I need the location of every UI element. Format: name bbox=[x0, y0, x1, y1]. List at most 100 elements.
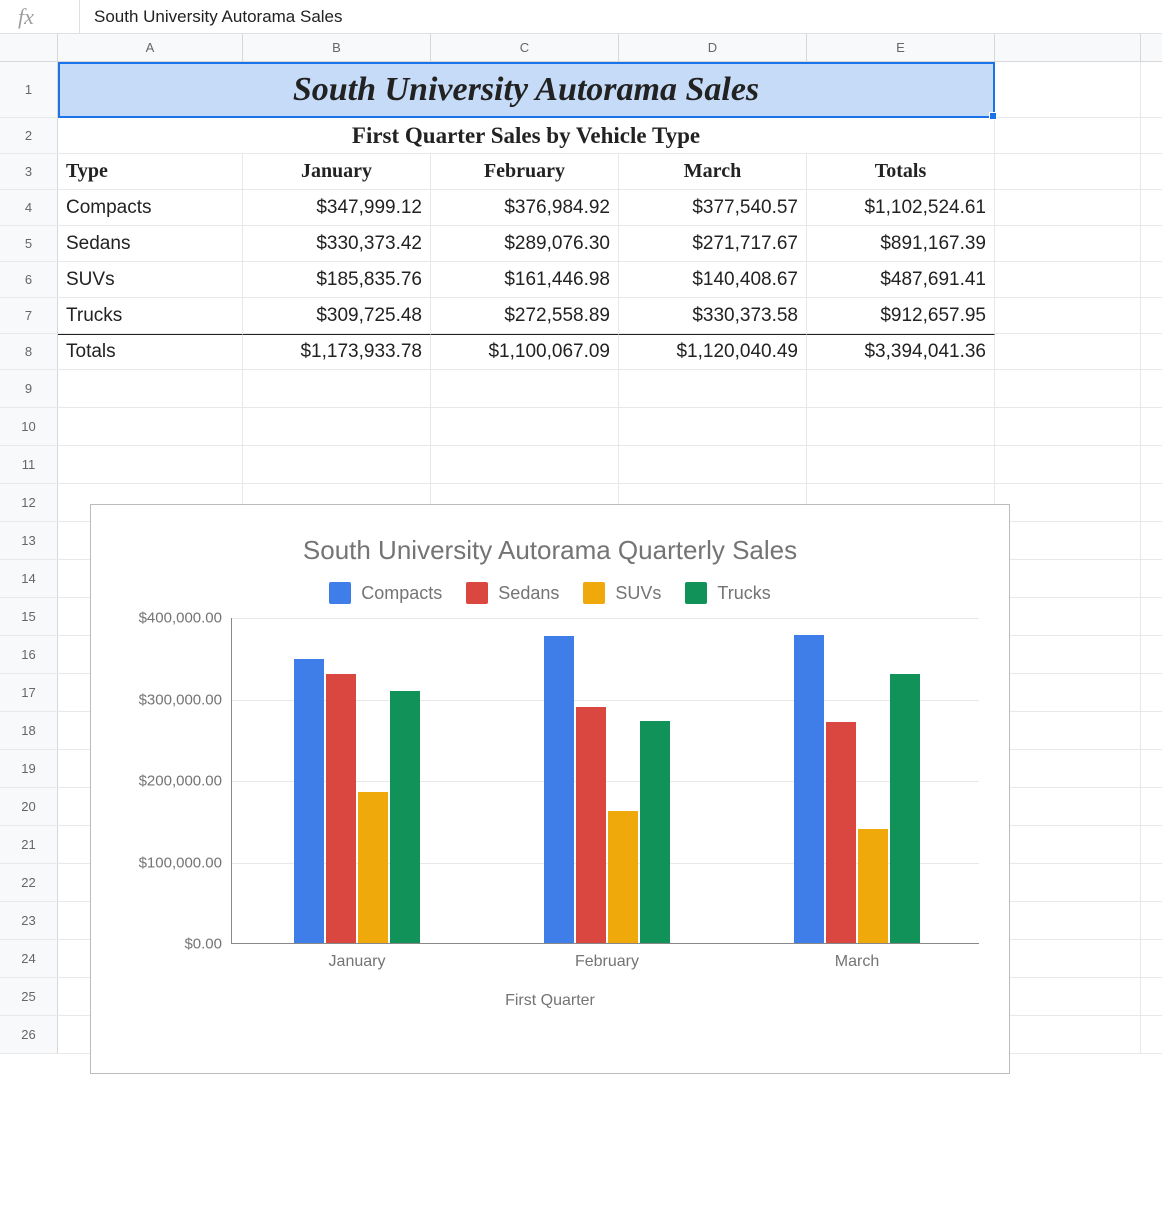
cell-blank[interactable] bbox=[995, 298, 1141, 333]
cell-blank[interactable] bbox=[995, 408, 1141, 445]
cell-E5[interactable]: $891,167.39 bbox=[807, 226, 995, 261]
cell-B10[interactable] bbox=[243, 408, 431, 445]
cell-E10[interactable] bbox=[807, 408, 995, 445]
cell-C9[interactable] bbox=[431, 370, 619, 407]
row-header-14[interactable]: 14 bbox=[0, 560, 58, 597]
cell-A3[interactable]: Type bbox=[58, 154, 243, 189]
cell-D7[interactable]: $330,373.58 bbox=[619, 298, 807, 333]
cell-B9[interactable] bbox=[243, 370, 431, 407]
cell-A8[interactable]: Totals bbox=[58, 334, 243, 369]
title-cell[interactable]: South University Autorama Sales bbox=[58, 62, 995, 117]
cell-E9[interactable] bbox=[807, 370, 995, 407]
col-header-C[interactable]: C bbox=[431, 34, 619, 61]
col-header-D[interactable]: D bbox=[619, 34, 807, 61]
cell-C7[interactable]: $272,558.89 bbox=[431, 298, 619, 333]
cell-blank[interactable] bbox=[995, 560, 1141, 597]
row-header-13[interactable]: 13 bbox=[0, 522, 58, 559]
row-header-24[interactable]: 24 bbox=[0, 940, 58, 977]
cell-A10[interactable] bbox=[58, 408, 243, 445]
row-header-21[interactable]: 21 bbox=[0, 826, 58, 863]
row-header-1[interactable]: 1 bbox=[0, 62, 58, 117]
cell-A4[interactable]: Compacts bbox=[58, 190, 243, 225]
spreadsheet-grid[interactable]: A B C D E 1 South University Autorama Sa… bbox=[0, 34, 1162, 1054]
cell-D6[interactable]: $140,408.67 bbox=[619, 262, 807, 297]
cell-blank[interactable] bbox=[995, 522, 1141, 559]
cell-blank[interactable] bbox=[995, 636, 1141, 673]
cell-blank[interactable] bbox=[995, 826, 1141, 863]
cell-E11[interactable] bbox=[807, 446, 995, 483]
subtitle-cell[interactable]: First Quarter Sales by Vehicle Type bbox=[58, 118, 995, 153]
cell-B3[interactable]: January bbox=[243, 154, 431, 189]
cell-A11[interactable] bbox=[58, 446, 243, 483]
cell-E3[interactable]: Totals bbox=[807, 154, 995, 189]
row-header-7[interactable]: 7 bbox=[0, 298, 58, 333]
row-header-23[interactable]: 23 bbox=[0, 902, 58, 939]
row-header-6[interactable]: 6 bbox=[0, 262, 58, 297]
cell-D11[interactable] bbox=[619, 446, 807, 483]
cell-blank[interactable] bbox=[995, 370, 1141, 407]
row-header-19[interactable]: 19 bbox=[0, 750, 58, 787]
row-header-20[interactable]: 20 bbox=[0, 788, 58, 825]
row-header-2[interactable]: 2 bbox=[0, 118, 58, 153]
select-all-corner[interactable] bbox=[0, 34, 58, 61]
col-header-E[interactable]: E bbox=[807, 34, 995, 61]
formula-bar-content[interactable]: South University Autorama Sales bbox=[80, 7, 1162, 27]
formula-bar[interactable]: fx South University Autorama Sales bbox=[0, 0, 1162, 34]
cell-B6[interactable]: $185,835.76 bbox=[243, 262, 431, 297]
cell-blank[interactable] bbox=[995, 226, 1141, 261]
cell-C3[interactable]: February bbox=[431, 154, 619, 189]
cell-C11[interactable] bbox=[431, 446, 619, 483]
cell-E6[interactable]: $487,691.41 bbox=[807, 262, 995, 297]
cell-blank[interactable] bbox=[995, 484, 1141, 521]
cell-E8[interactable]: $3,394,041.36 bbox=[807, 334, 995, 369]
cell-D3[interactable]: March bbox=[619, 154, 807, 189]
cell-E4[interactable]: $1,102,524.61 bbox=[807, 190, 995, 225]
row-header-15[interactable]: 15 bbox=[0, 598, 58, 635]
row-header-5[interactable]: 5 bbox=[0, 226, 58, 261]
cell-D10[interactable] bbox=[619, 408, 807, 445]
cell-blank[interactable] bbox=[995, 446, 1141, 483]
cell-blank[interactable] bbox=[995, 598, 1141, 635]
cell-C5[interactable]: $289,076.30 bbox=[431, 226, 619, 261]
cell-A7[interactable]: Trucks bbox=[58, 298, 243, 333]
row-header-9[interactable]: 9 bbox=[0, 370, 58, 407]
row-header-16[interactable]: 16 bbox=[0, 636, 58, 673]
cell-D5[interactable]: $271,717.67 bbox=[619, 226, 807, 261]
cell-A6[interactable]: SUVs bbox=[58, 262, 243, 297]
chart[interactable]: South University Autorama Quarterly Sale… bbox=[90, 504, 1010, 1074]
cell-blank[interactable] bbox=[995, 978, 1141, 1015]
cell-B7[interactable]: $309,725.48 bbox=[243, 298, 431, 333]
cell-A5[interactable]: Sedans bbox=[58, 226, 243, 261]
cell-blank[interactable] bbox=[995, 788, 1141, 825]
row-header-18[interactable]: 18 bbox=[0, 712, 58, 749]
row-header-12[interactable]: 12 bbox=[0, 484, 58, 521]
row-header-17[interactable]: 17 bbox=[0, 674, 58, 711]
cell-E7[interactable]: $912,657.95 bbox=[807, 298, 995, 333]
cell-blank[interactable] bbox=[995, 62, 1141, 117]
cell-blank[interactable] bbox=[995, 940, 1141, 977]
cell-blank[interactable] bbox=[995, 902, 1141, 939]
col-header-B[interactable]: B bbox=[243, 34, 431, 61]
row-header-10[interactable]: 10 bbox=[0, 408, 58, 445]
cell-B8[interactable]: $1,173,933.78 bbox=[243, 334, 431, 369]
cell-C6[interactable]: $161,446.98 bbox=[431, 262, 619, 297]
row-header-11[interactable]: 11 bbox=[0, 446, 58, 483]
cell-D9[interactable] bbox=[619, 370, 807, 407]
cell-blank[interactable] bbox=[995, 154, 1141, 189]
row-header-4[interactable]: 4 bbox=[0, 190, 58, 225]
row-header-8[interactable]: 8 bbox=[0, 334, 58, 369]
cell-blank[interactable] bbox=[995, 334, 1141, 369]
cell-C10[interactable] bbox=[431, 408, 619, 445]
cell-B11[interactable] bbox=[243, 446, 431, 483]
cell-D4[interactable]: $377,540.57 bbox=[619, 190, 807, 225]
row-header-22[interactable]: 22 bbox=[0, 864, 58, 901]
row-header-3[interactable]: 3 bbox=[0, 154, 58, 189]
row-header-26[interactable]: 26 bbox=[0, 1016, 58, 1053]
cell-blank[interactable] bbox=[995, 712, 1141, 749]
cell-blank[interactable] bbox=[995, 118, 1141, 153]
row-header-25[interactable]: 25 bbox=[0, 978, 58, 1015]
cell-blank[interactable] bbox=[995, 864, 1141, 901]
cell-A9[interactable] bbox=[58, 370, 243, 407]
cell-blank[interactable] bbox=[995, 1016, 1141, 1053]
cell-B5[interactable]: $330,373.42 bbox=[243, 226, 431, 261]
